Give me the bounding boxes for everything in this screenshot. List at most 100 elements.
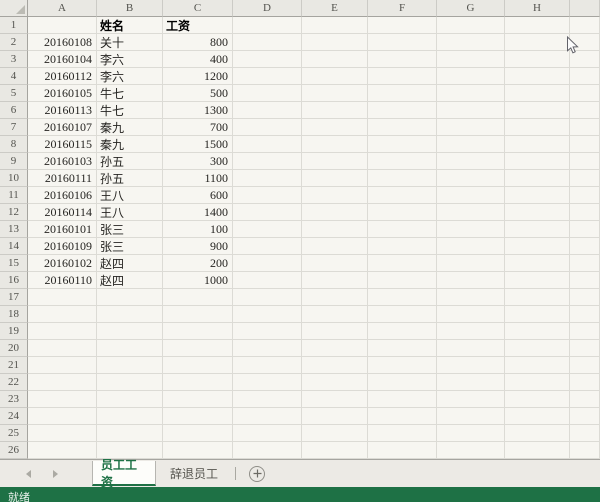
cell-D11[interactable] — [233, 187, 302, 204]
cell-D4[interactable] — [233, 68, 302, 85]
cell-G1[interactable] — [437, 17, 505, 34]
cell-B12[interactable]: 王八 — [97, 204, 163, 221]
cell-A11[interactable]: 20160106 — [28, 187, 97, 204]
cell-B23[interactable] — [97, 391, 163, 408]
cell-E13[interactable] — [302, 221, 368, 238]
cell-E7[interactable] — [302, 119, 368, 136]
cell-H15[interactable] — [505, 255, 570, 272]
cell-I21[interactable] — [570, 357, 600, 374]
cell-H24[interactable] — [505, 408, 570, 425]
cell-E22[interactable] — [302, 374, 368, 391]
cell-E24[interactable] — [302, 408, 368, 425]
cell-C11[interactable]: 600 — [163, 187, 233, 204]
cell-H9[interactable] — [505, 153, 570, 170]
cell-A2[interactable]: 20160108 — [28, 34, 97, 51]
cell-A22[interactable] — [28, 374, 97, 391]
cell-H7[interactable] — [505, 119, 570, 136]
cell-F12[interactable] — [368, 204, 437, 221]
cell-H25[interactable] — [505, 425, 570, 442]
cell-F13[interactable] — [368, 221, 437, 238]
cell-F19[interactable] — [368, 323, 437, 340]
cell-D3[interactable] — [233, 51, 302, 68]
cell-D8[interactable] — [233, 136, 302, 153]
cell-A26[interactable] — [28, 442, 97, 459]
row-header-16[interactable]: 16 — [0, 272, 28, 289]
cell-D13[interactable] — [233, 221, 302, 238]
cell-E21[interactable] — [302, 357, 368, 374]
cell-I16[interactable] — [570, 272, 600, 289]
cell-G17[interactable] — [437, 289, 505, 306]
cell-F18[interactable] — [368, 306, 437, 323]
cell-C8[interactable]: 1500 — [163, 136, 233, 153]
cell-D15[interactable] — [233, 255, 302, 272]
row-header-25[interactable]: 25 — [0, 425, 28, 442]
cell-I25[interactable] — [570, 425, 600, 442]
cell-F6[interactable] — [368, 102, 437, 119]
cell-I19[interactable] — [570, 323, 600, 340]
cell-F10[interactable] — [368, 170, 437, 187]
sheet-nav-right-icon[interactable] — [53, 470, 58, 478]
cell-G20[interactable] — [437, 340, 505, 357]
cell-G15[interactable] — [437, 255, 505, 272]
cell-H3[interactable] — [505, 51, 570, 68]
cell-H1[interactable] — [505, 17, 570, 34]
column-header-E[interactable]: E — [302, 0, 368, 17]
cell-I17[interactable] — [570, 289, 600, 306]
cell-G25[interactable] — [437, 425, 505, 442]
cell-E1[interactable] — [302, 17, 368, 34]
cell-H8[interactable] — [505, 136, 570, 153]
cell-A16[interactable]: 20160110 — [28, 272, 97, 289]
cell-F15[interactable] — [368, 255, 437, 272]
cell-E3[interactable] — [302, 51, 368, 68]
cell-B13[interactable]: 张三 — [97, 221, 163, 238]
cell-C26[interactable] — [163, 442, 233, 459]
cell-E26[interactable] — [302, 442, 368, 459]
cell-F4[interactable] — [368, 68, 437, 85]
cell-H17[interactable] — [505, 289, 570, 306]
row-header-13[interactable]: 13 — [0, 221, 28, 238]
cell-H20[interactable] — [505, 340, 570, 357]
cell-C5[interactable]: 500 — [163, 85, 233, 102]
cell-F5[interactable] — [368, 85, 437, 102]
cell-C9[interactable]: 300 — [163, 153, 233, 170]
cell-B8[interactable]: 秦九 — [97, 136, 163, 153]
cell-G8[interactable] — [437, 136, 505, 153]
cell-G22[interactable] — [437, 374, 505, 391]
cell-F25[interactable] — [368, 425, 437, 442]
cell-C7[interactable]: 700 — [163, 119, 233, 136]
cell-D24[interactable] — [233, 408, 302, 425]
cell-C19[interactable] — [163, 323, 233, 340]
cell-C23[interactable] — [163, 391, 233, 408]
cell-A12[interactable]: 20160114 — [28, 204, 97, 221]
cell-D22[interactable] — [233, 374, 302, 391]
cell-A17[interactable] — [28, 289, 97, 306]
cell-C18[interactable] — [163, 306, 233, 323]
cell-B22[interactable] — [97, 374, 163, 391]
cell-D9[interactable] — [233, 153, 302, 170]
cell-D10[interactable] — [233, 170, 302, 187]
cell-I20[interactable] — [570, 340, 600, 357]
cell-E8[interactable] — [302, 136, 368, 153]
cell-F11[interactable] — [368, 187, 437, 204]
cell-G2[interactable] — [437, 34, 505, 51]
cell-F24[interactable] — [368, 408, 437, 425]
cell-I7[interactable] — [570, 119, 600, 136]
cell-C15[interactable]: 200 — [163, 255, 233, 272]
cell-F26[interactable] — [368, 442, 437, 459]
cell-H21[interactable] — [505, 357, 570, 374]
cell-D19[interactable] — [233, 323, 302, 340]
column-header-F[interactable]: F — [368, 0, 437, 17]
cell-A21[interactable] — [28, 357, 97, 374]
row-header-19[interactable]: 19 — [0, 323, 28, 340]
cell-E19[interactable] — [302, 323, 368, 340]
cell-B25[interactable] — [97, 425, 163, 442]
row-header-22[interactable]: 22 — [0, 374, 28, 391]
cell-B14[interactable]: 张三 — [97, 238, 163, 255]
cell-F17[interactable] — [368, 289, 437, 306]
row-header-20[interactable]: 20 — [0, 340, 28, 357]
cell-C22[interactable] — [163, 374, 233, 391]
cell-C3[interactable]: 400 — [163, 51, 233, 68]
cell-A6[interactable]: 20160113 — [28, 102, 97, 119]
cell-C4[interactable]: 1200 — [163, 68, 233, 85]
cell-F23[interactable] — [368, 391, 437, 408]
